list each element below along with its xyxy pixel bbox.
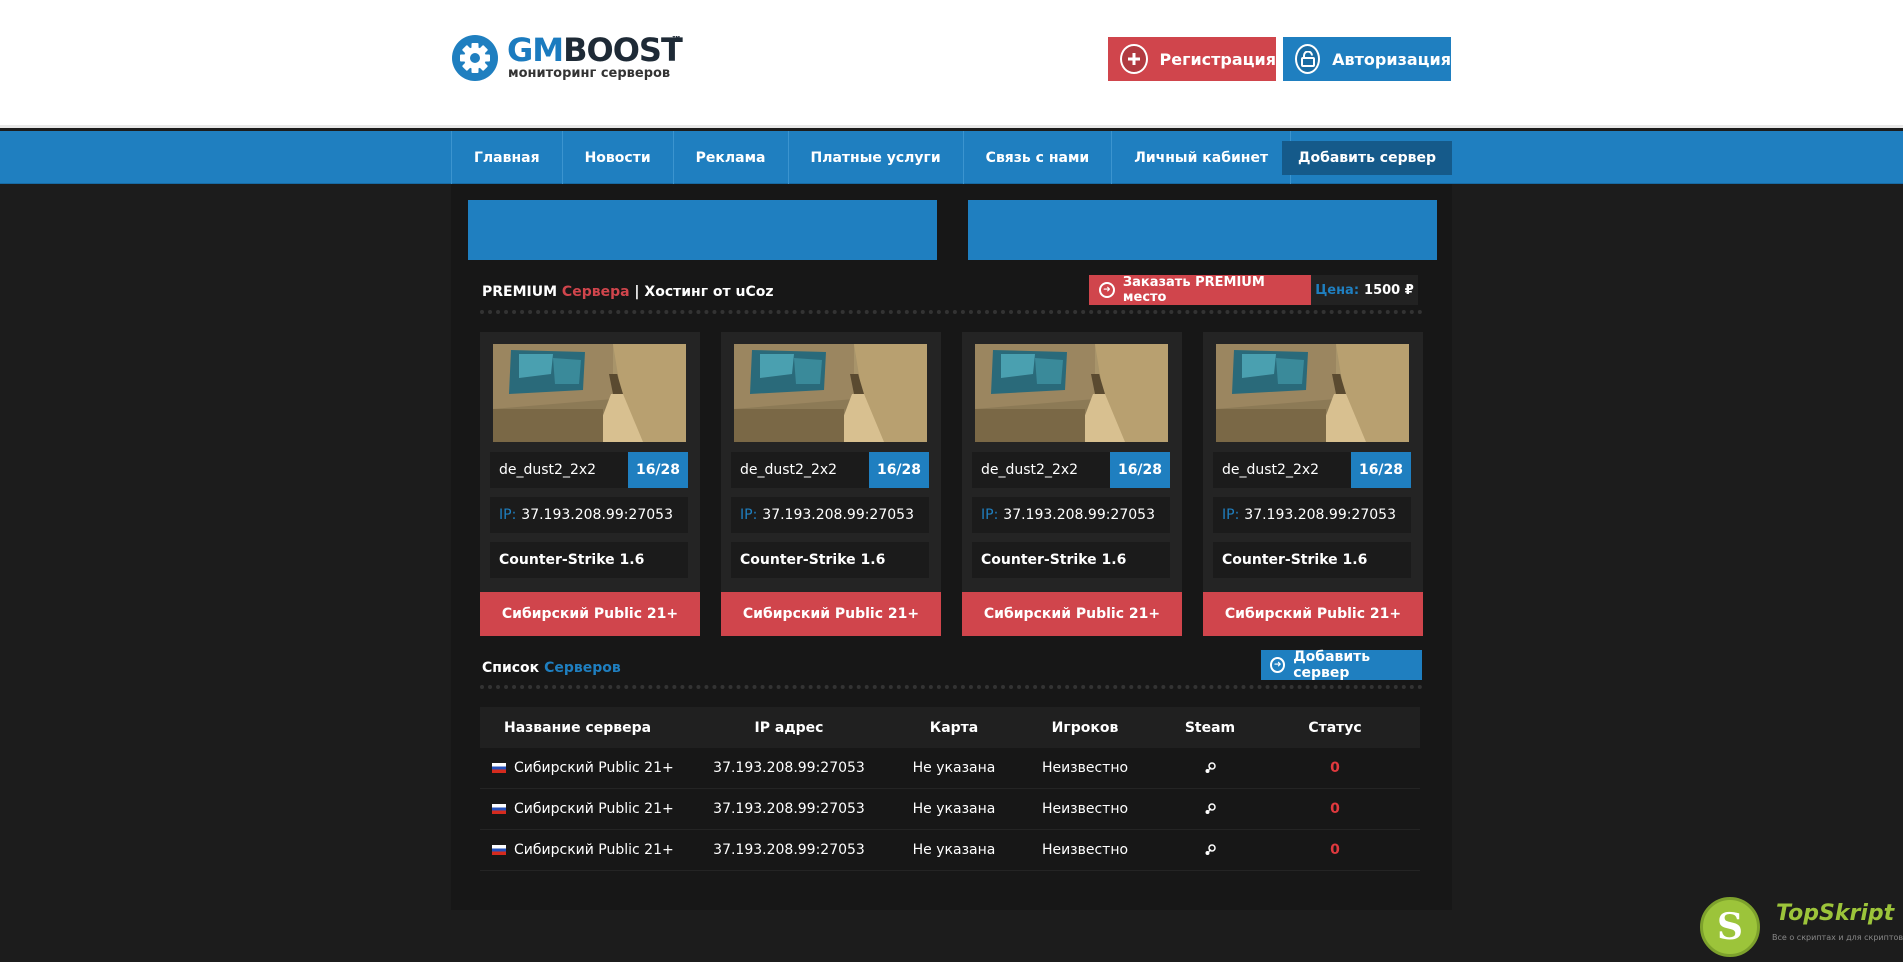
server-status: 0 [1330,760,1340,776]
server-list-title: Список Серверов [482,660,621,676]
card-game: Counter-Strike 1.6 [972,542,1170,578]
server-ip: 37.193.208.99:27053 [713,801,865,817]
col-ip[interactable]: IP адрес [690,720,888,736]
topskript-logo-icon: S [1700,897,1760,957]
steam-icon[interactable] [1203,843,1217,857]
nav-item-contact[interactable]: Связь с нами [964,131,1113,184]
card-ip[interactable]: IP: 37.193.208.99:27053 [731,497,929,533]
premium-server-card: de_dust2_2x2 16/28 IP: 37.193.208.99:27053… [480,332,700,636]
map-thumbnail[interactable] [493,344,686,442]
russia-flag-icon [492,804,506,814]
site-logo[interactable]: GMBOOST ™ мониторинг серверов [451,32,691,84]
site-header: GMBOOST ™ мониторинг серверов Регистраци… [0,0,1903,128]
premium-price: Цена: 1500 ₽ [1311,275,1418,305]
table-row[interactable]: Сибирский Public 21+ 37.193.208.99:27053… [480,748,1420,789]
lock-icon [1295,44,1321,74]
premium-section-title: PREMIUM Сервера | Хостинг от uCoz [482,284,774,300]
card-map: de_dust2_2x2 16/28 [731,452,929,488]
order-premium-button[interactable]: ➜ Заказать PREMIUM место [1089,275,1311,305]
card-map: de_dust2_2x2 16/28 [1213,452,1411,488]
col-steam[interactable]: Steam [1150,720,1270,736]
topskript-tagline: Все о скриптах и для скриптов... [1772,933,1903,942]
login-label: Авторизация [1332,49,1451,69]
server-status: 0 [1330,801,1340,817]
card-map: de_dust2_2x2 16/28 [490,452,688,488]
gear-icon [452,35,498,81]
card-game: Counter-Strike 1.6 [490,542,688,578]
card-server-name-button[interactable]: Сибирский Public 21+ [721,592,941,636]
card-slots: 16/28 [1351,452,1411,488]
card-slots: 16/28 [1110,452,1170,488]
server-ip: 37.193.208.99:27053 [713,760,865,776]
banner-left[interactable] [468,200,937,260]
nav-item-home[interactable]: Главная [452,131,563,184]
nav-item-news[interactable]: Новости [563,131,674,184]
server-players: Неизвестно [1041,801,1129,817]
server-players: Неизвестно [1041,842,1129,858]
col-status[interactable]: Статус [1270,720,1400,736]
add-server-button[interactable]: ➜ Добавить сервер [1261,649,1422,681]
map-thumbnail[interactable] [975,344,1168,442]
card-server-name-button[interactable]: Сибирский Public 21+ [962,592,1182,636]
nav-add-server-button[interactable]: Добавить сервер [1282,141,1452,175]
banner-right[interactable] [968,200,1437,260]
server-name[interactable]: Сибирский Public 21+ [514,801,674,817]
nav-item-account[interactable]: Личный кабинет [1112,131,1292,184]
register-button[interactable]: Регистрация [1108,37,1276,81]
server-name[interactable]: Сибирский Public 21+ [514,760,674,776]
logo-trademark: ™ [671,34,682,47]
map-thumbnail[interactable] [734,344,927,442]
card-server-name-button[interactable]: Сибирский Public 21+ [1203,592,1423,636]
add-server-label: Добавить сервер [1293,649,1371,681]
server-map: Не указана [912,842,996,858]
steam-icon[interactable] [1203,802,1217,816]
card-ip[interactable]: IP: 37.193.208.99:27053 [972,497,1170,533]
topskript-name: TopSkript [1776,901,1895,926]
premium-server-card: de_dust2_2x2 16/28 IP: 37.193.208.99:27053… [1203,332,1423,636]
topskript-watermark: S TopSkript Все о скриптах и для скрипто… [1700,893,1903,962]
main-content: PREMIUM Сервера | Хостинг от uCoz ➜ Зака… [451,184,1452,910]
server-map: Не указана [912,760,996,776]
col-players[interactable]: Игроков [1020,720,1150,736]
register-label: Регистрация [1159,49,1277,69]
card-slots: 16/28 [869,452,929,488]
server-players: Неизвестно [1041,760,1129,776]
russia-flag-icon [492,845,506,855]
card-game: Counter-Strike 1.6 [731,542,929,578]
main-navbar: Главная Новости Реклама Платные услуги С… [0,131,1903,184]
table-row[interactable]: Сибирский Public 21+ 37.193.208.99:27053… [480,830,1420,871]
login-button[interactable]: Авторизация [1283,37,1451,81]
card-slots: 16/28 [628,452,688,488]
table-header: Название сервера IP адрес Карта Игроков … [480,707,1420,748]
server-map: Не указана [912,801,996,817]
server-name[interactable]: Сибирский Public 21+ [514,842,674,858]
server-table: Название сервера IP адрес Карта Игроков … [480,707,1420,871]
nav-menu: Главная Новости Реклама Платные услуги С… [451,131,1292,184]
premium-server-card: de_dust2_2x2 16/28 IP: 37.193.208.99:27053… [721,332,941,636]
steam-icon[interactable] [1203,761,1217,775]
nav-item-paid-services[interactable]: Платные услуги [789,131,964,184]
divider [480,310,1423,314]
arrow-right-icon: ➜ [1099,282,1115,298]
card-game: Counter-Strike 1.6 [1213,542,1411,578]
arrow-right-icon: ➜ [1270,657,1286,673]
card-server-name-button[interactable]: Сибирский Public 21+ [480,592,700,636]
map-thumbnail[interactable] [1216,344,1409,442]
table-row[interactable]: Сибирский Public 21+ 37.193.208.99:27053… [480,789,1420,830]
card-map: de_dust2_2x2 16/28 [972,452,1170,488]
logo-subtitle: мониторинг серверов [508,66,671,81]
col-map[interactable]: Карта [888,720,1020,736]
plus-icon [1120,44,1148,74]
server-ip: 37.193.208.99:27053 [713,842,865,858]
col-server-name[interactable]: Название сервера [480,720,690,736]
server-status: 0 [1330,842,1340,858]
nav-item-ads[interactable]: Реклама [674,131,789,184]
divider [480,685,1423,689]
logo-title: GMBOOST [507,31,683,69]
russia-flag-icon [492,763,506,773]
card-ip[interactable]: IP: 37.193.208.99:27053 [1213,497,1411,533]
card-ip[interactable]: IP: 37.193.208.99:27053 [490,497,688,533]
order-premium-label: Заказать PREMIUM место [1122,275,1265,305]
premium-server-card: de_dust2_2x2 16/28 IP: 37.193.208.99:27053… [962,332,1182,636]
